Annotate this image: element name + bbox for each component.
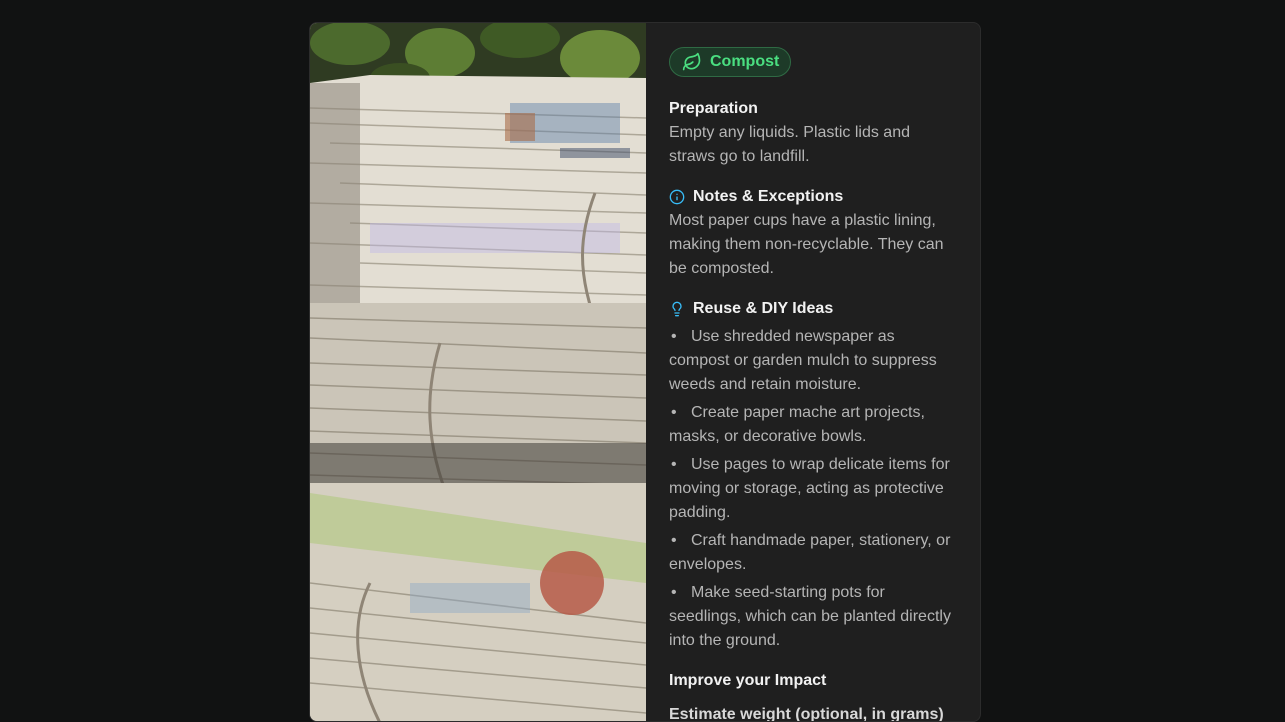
reuse-heading: Reuse & DIY Ideas: [669, 297, 956, 321]
details-panel: Compost Preparation Empty any liquids. P…: [646, 23, 980, 721]
badge-label: Compost: [710, 53, 780, 70]
preparation-text: Empty any liquids. Plastic lids and stra…: [669, 124, 910, 165]
impact-title: Improve your Impact: [669, 672, 827, 689]
list-item: • Use pages to wrap delicate items for mo…: [669, 456, 950, 521]
info-icon: [669, 189, 685, 205]
reuse-title: Reuse & DIY Ideas: [693, 300, 834, 317]
notes-heading: Notes & Exceptions: [669, 185, 956, 209]
disposal-badge: Compost: [669, 47, 792, 77]
preparation-title: Preparation: [669, 100, 758, 117]
list-item: • Make seed-starting pots for seedlings, …: [669, 584, 951, 649]
preparation-section: Preparation Empty any liquids. Plastic l…: [669, 97, 956, 169]
list-item: • Create paper mache art projects, masks,…: [669, 404, 925, 445]
notes-title: Notes & Exceptions: [693, 188, 844, 205]
item-photo: [310, 23, 646, 721]
lightbulb-icon: [669, 301, 685, 317]
list-item: • Craft handmade paper, stationery, or en…: [669, 532, 951, 573]
notes-text: Most paper cups have a plastic lining, m…: [669, 212, 944, 277]
item-card: Compost Preparation Empty any liquids. P…: [309, 22, 981, 722]
reuse-section: Reuse & DIY Ideas • Use shredded newspape…: [669, 297, 956, 653]
notes-section: Notes & Exceptions Most paper cups have …: [669, 185, 956, 281]
reuse-list: • Use shredded newspaper as compost or ga…: [669, 325, 956, 653]
leaf-icon: [682, 52, 702, 72]
list-item: • Use shredded newspaper as compost or ga…: [669, 328, 937, 393]
weight-label: Estimate weight (optional, in grams): [669, 706, 944, 721]
impact-section: Improve your Impact Estimate weight (opt…: [669, 669, 956, 721]
